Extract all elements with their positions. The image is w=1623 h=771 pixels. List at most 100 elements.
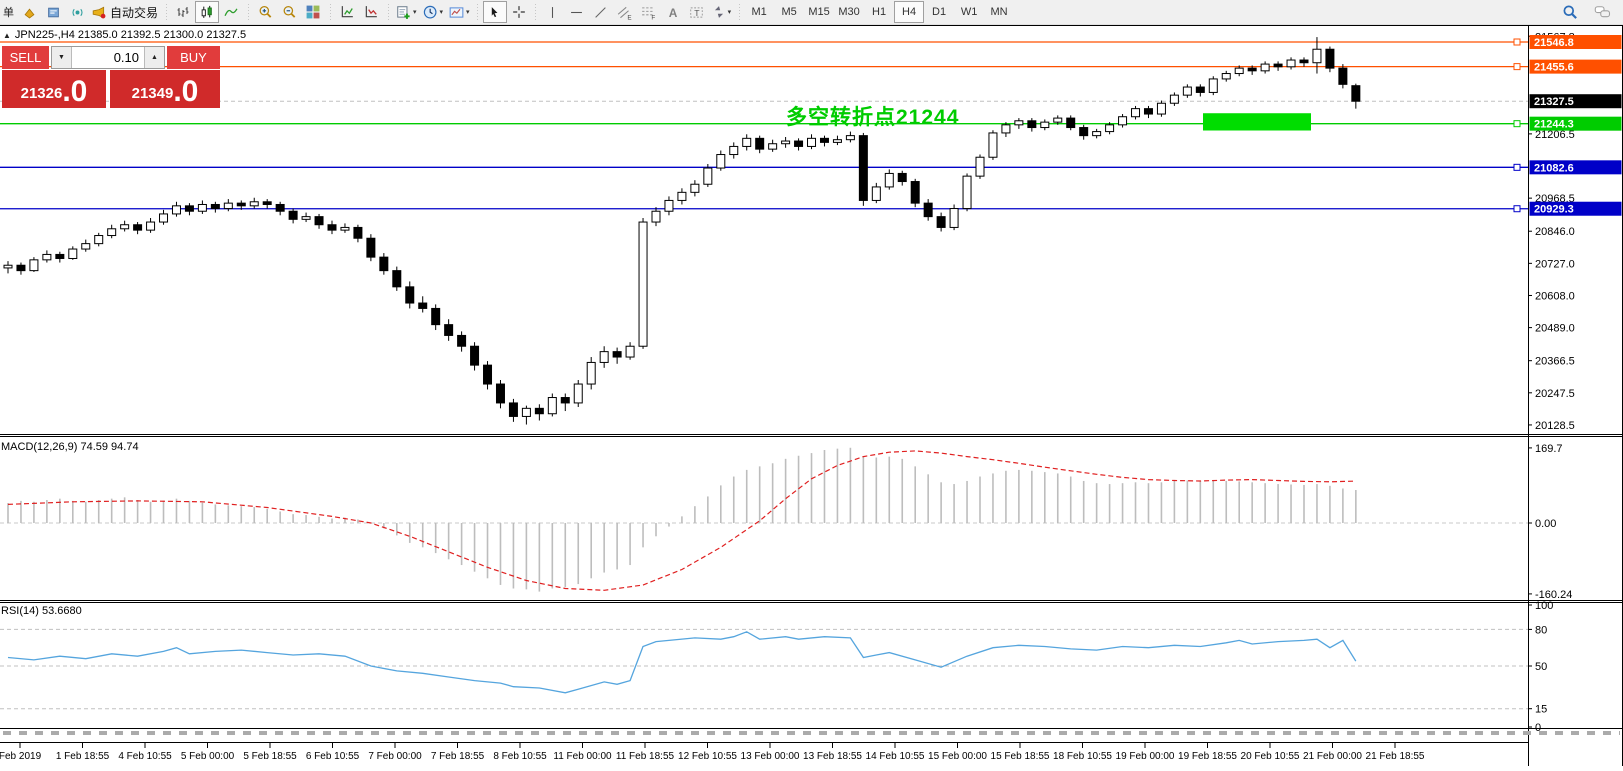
- toolbar-grip: [163, 3, 169, 21]
- line-anchor-square[interactable]: [1514, 39, 1520, 45]
- date-axis[interactable]: Feb 20191 Feb 18:554 Feb 10:555 Feb 00:0…: [0, 742, 1528, 762]
- template-button[interactable]: ▾: [446, 1, 473, 23]
- candle-body: [820, 138, 828, 142]
- candlestick-mode-button[interactable]: [195, 1, 219, 23]
- price-axis: 21567.821206.520968.520846.020727.020608…: [1528, 31, 1622, 432]
- line-anchor-square[interactable]: [1514, 64, 1520, 70]
- sell-price-pip: .0: [62, 78, 87, 107]
- channel-tool-button[interactable]: E: [613, 1, 637, 23]
- candle-body: [898, 173, 906, 181]
- text-tool-button[interactable]: A: [661, 1, 685, 23]
- candle-body: [1015, 121, 1023, 125]
- trendline-tool-button[interactable]: [589, 1, 613, 23]
- arrows-tool-button[interactable]: ▾: [709, 1, 735, 23]
- fibonacci-tool-button[interactable]: F: [637, 1, 661, 23]
- timeframe-button-H4[interactable]: H4: [894, 1, 924, 23]
- timeframe-button-M15[interactable]: M15: [804, 1, 834, 23]
- timeframe-button-MN[interactable]: MN: [984, 1, 1014, 23]
- buy-price-box[interactable]: 21349 .0: [110, 70, 220, 108]
- tile-windows-button[interactable]: [301, 1, 325, 23]
- candle-body: [885, 173, 893, 187]
- sell-button[interactable]: SELL: [2, 46, 49, 69]
- one-click-row-top: SELL ▼ ▲ BUY: [2, 46, 220, 69]
- price-axis-label-text: 21455.6: [1534, 62, 1574, 74]
- metaeditor-button[interactable]: [17, 1, 41, 23]
- candle-body: [484, 365, 492, 384]
- rsi-line: [8, 632, 1356, 693]
- zoom-in-button[interactable]: [253, 1, 277, 23]
- timeframe-button-H1[interactable]: H1: [864, 1, 894, 23]
- chart-title-text: JPN225-,H4 21385.0 21392.5 21300.0 21327…: [15, 29, 246, 41]
- svg-text:E: E: [627, 14, 631, 20]
- volume-increase-button[interactable]: ▲: [144, 47, 164, 68]
- candle-body: [1054, 118, 1062, 122]
- one-click-row-prices: 21326 .0 21349 .0: [2, 70, 220, 108]
- line-anchor-square[interactable]: [1514, 121, 1520, 127]
- new-order-icon: 单: [3, 4, 14, 20]
- date-tick-label: 8 Feb 10:55: [493, 751, 547, 762]
- indicator-window-down-button[interactable]: [359, 1, 383, 23]
- chat-icon[interactable]: [1594, 5, 1611, 19]
- candle-body: [69, 249, 77, 258]
- candle-body: [315, 217, 323, 225]
- candle-body: [380, 257, 388, 271]
- timeframe-button-W1[interactable]: W1: [954, 1, 984, 23]
- svg-text:F: F: [651, 14, 655, 20]
- new-order-button[interactable]: 单: [0, 1, 17, 23]
- text-label-icon: T: [689, 5, 704, 20]
- ohlc-bars-icon: [176, 5, 190, 19]
- buy-button[interactable]: BUY: [167, 46, 220, 69]
- zoom-out-button[interactable]: [277, 1, 301, 23]
- candle-body: [263, 202, 271, 205]
- date-tick-label: 5 Feb 00:00: [181, 751, 235, 762]
- broadcast-button[interactable]: [65, 1, 89, 23]
- candle-body: [808, 138, 816, 146]
- price-axis-label-text: 20929.3: [1534, 204, 1574, 216]
- date-tick-label: 21 Feb 18:55: [1366, 751, 1425, 762]
- dropdown-arrow-icon: ▾: [440, 8, 444, 16]
- vertical-line-tool-button[interactable]: [541, 1, 565, 23]
- cursor-icon: [488, 6, 501, 19]
- timeframe-button-M5[interactable]: M5: [774, 1, 804, 23]
- bar-chart-mode-button[interactable]: [171, 1, 195, 23]
- autotrading-button[interactable]: 自动交易: [89, 1, 161, 23]
- cursor-tool-button[interactable]: [483, 1, 507, 23]
- timeframe-button-D1[interactable]: D1: [924, 1, 954, 23]
- timeframe-button-M30[interactable]: M30: [834, 1, 864, 23]
- sell-price-box[interactable]: 21326 .0: [2, 70, 106, 108]
- add-indicator-button[interactable]: ▾: [393, 1, 420, 23]
- date-tick-label: 15 Feb 18:55: [991, 751, 1050, 762]
- price-axis-label-text: 21244.3: [1534, 119, 1574, 131]
- candle-body: [859, 136, 867, 201]
- candle-body: [743, 138, 751, 146]
- candle-body: [393, 271, 401, 287]
- volume-input[interactable]: [72, 47, 144, 68]
- candle-body: [147, 222, 155, 230]
- date-tick-label: 20 Feb 10:55: [1241, 751, 1300, 762]
- line-chart-mode-button[interactable]: [219, 1, 243, 23]
- crosshair-tool-button[interactable]: [507, 1, 531, 23]
- candle-body: [198, 204, 206, 211]
- candle-body: [1339, 68, 1347, 84]
- rectangle-object[interactable]: [1203, 113, 1311, 130]
- timeframe-button-M1[interactable]: M1: [744, 1, 774, 23]
- market-watch-button[interactable]: [41, 1, 65, 23]
- candle-body: [1274, 64, 1282, 67]
- candle-body: [730, 146, 738, 154]
- candle-body: [211, 204, 219, 208]
- candle-body: [1144, 109, 1152, 114]
- period-button[interactable]: ▾: [420, 1, 447, 23]
- line-anchor-square[interactable]: [1514, 206, 1520, 212]
- chart-annotation-text[interactable]: 多空转折点21244: [786, 101, 959, 131]
- volume-decrease-button[interactable]: ▼: [52, 47, 72, 68]
- candle-body: [626, 346, 634, 357]
- horizontal-line-tool-button[interactable]: [565, 1, 589, 23]
- search-icon[interactable]: [1563, 5, 1578, 20]
- candle-body: [185, 206, 193, 211]
- line-anchor-square[interactable]: [1514, 164, 1520, 170]
- main-toolbar: 单 自动交易 ▾ ▾: [0, 0, 1623, 25]
- indicator-window-up-button[interactable]: [335, 1, 359, 23]
- candle-body: [172, 206, 180, 214]
- autotrading-label: 自动交易: [110, 4, 158, 21]
- text-label-tool-button[interactable]: T: [685, 1, 709, 23]
